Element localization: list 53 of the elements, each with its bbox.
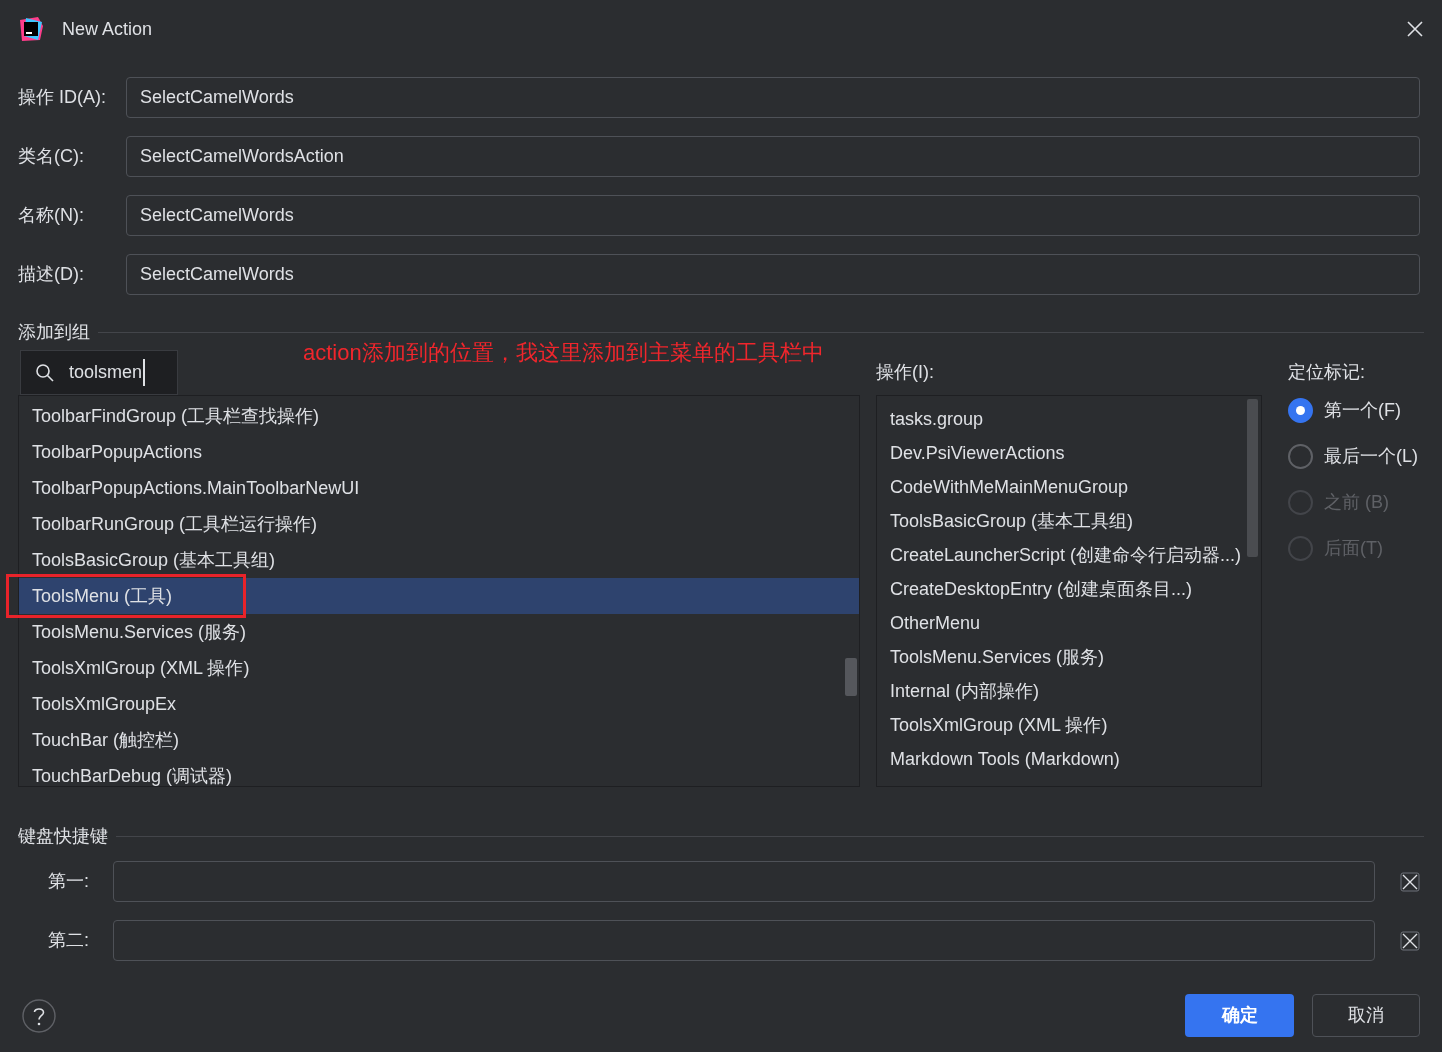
action-list-item[interactable]: OtherMenu xyxy=(877,606,1261,640)
help-icon[interactable] xyxy=(22,998,56,1033)
text-field[interactable]: SelectCamelWords xyxy=(126,77,1420,118)
group-list-item[interactable]: ToolbarPopupActions.MainToolbarNewUI xyxy=(19,470,859,506)
action-list-item[interactable]: Dev.PsiViewerActions xyxy=(877,436,1261,470)
group-label: 定位标记: xyxy=(1288,361,1365,384)
clear-icon[interactable] xyxy=(1400,871,1420,892)
app-logo-icon xyxy=(18,16,44,42)
scrollbar-thumb[interactable] xyxy=(1247,399,1258,557)
group-list-item[interactable]: ToolbarRunGroup (工具栏运行操作) xyxy=(19,506,859,542)
group-list-item[interactable]: TouchBar (触控栏) xyxy=(19,722,859,758)
action-list-item[interactable]: ToolsBasicGroup (基本工具组) xyxy=(877,504,1261,538)
action-list-item[interactable]: CreateLauncherScript (创建命令行启动器...) xyxy=(877,538,1261,572)
field-label: 操作 ID(A): xyxy=(18,86,107,109)
group-list-item[interactable]: ToolsXmlGroupEx xyxy=(19,686,859,722)
text-field[interactable]: SelectCamelWordsAction xyxy=(126,136,1420,177)
search-field[interactable]: toolsmen xyxy=(20,350,178,395)
field-label: 类名(C): xyxy=(18,145,85,168)
group-list-item[interactable]: TouchBarDebug (调试器) xyxy=(19,758,859,786)
close-icon[interactable] xyxy=(1406,20,1424,38)
group-list-item[interactable]: ToolsXmlGroup (XML 操作) xyxy=(19,650,859,686)
action-list-item[interactable]: CreateDesktopEntry (创建桌面条目...) xyxy=(877,572,1261,606)
action-list-item[interactable]: ToolsXmlGroup (XML 操作) xyxy=(877,708,1261,742)
section-title: 键盘快捷键 xyxy=(18,825,108,848)
group-list-item[interactable]: ToolbarFindGroup (工具栏查找操作) xyxy=(19,398,859,434)
scrollbar-thumb[interactable] xyxy=(845,658,857,696)
annotation-text: action添加到的位置，我这里添加到主菜单的工具栏中 xyxy=(303,339,824,367)
shortcut-label: 第二: xyxy=(48,929,90,952)
clear-icon[interactable] xyxy=(1400,930,1420,951)
radio-option[interactable]: 最后一个(L) xyxy=(1288,443,1418,470)
action-list-item[interactable]: ToolsMenu.Services (服务) xyxy=(877,640,1261,674)
action-list-item[interactable]: tasks.group xyxy=(877,402,1261,436)
group-list-item[interactable]: ToolsBasicGroup (基本工具组) xyxy=(19,542,859,578)
field-label: 名称(N): xyxy=(18,204,85,227)
text-field[interactable]: SelectCamelWords xyxy=(126,195,1420,236)
group-list-item[interactable]: ToolsMenu.Services (服务) xyxy=(19,614,859,650)
group-list-item[interactable]: ToolbarPopupActions xyxy=(19,434,859,470)
radio-option[interactable]: 第一个(F) xyxy=(1288,397,1418,424)
section-title: 添加到组 xyxy=(18,321,90,344)
shortcut-field[interactable] xyxy=(113,861,1375,902)
list-label: 操作(I): xyxy=(876,361,934,384)
field-label: 描述(D): xyxy=(18,263,85,286)
ok-button[interactable]: 确定 xyxy=(1185,994,1294,1037)
action-list-item[interactable]: CodeWithMeMainMenuGroup xyxy=(877,470,1261,504)
search-icon xyxy=(35,362,55,383)
text-field[interactable]: SelectCamelWords xyxy=(126,254,1420,295)
window-title: New Action xyxy=(62,17,154,41)
cancel-button[interactable]: 取消 xyxy=(1312,994,1420,1037)
action-list-item[interactable]: Internal (内部操作) xyxy=(877,674,1261,708)
shortcut-field[interactable] xyxy=(113,920,1375,961)
action-list-item[interactable]: Markdown Tools (Markdown) xyxy=(877,742,1261,776)
shortcut-label: 第一: xyxy=(48,870,90,893)
group-list-item[interactable]: ToolsMenu (工具) xyxy=(19,578,859,614)
